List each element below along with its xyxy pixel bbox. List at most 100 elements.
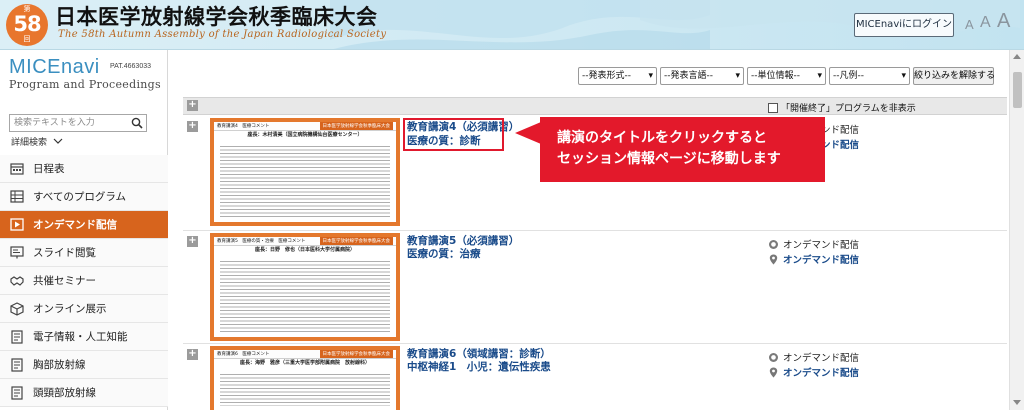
grid-icon	[10, 190, 24, 204]
thumbnail-header: 教育講演6 医療コメント 日本医学放射線学会秋季臨床大会	[214, 350, 396, 359]
lecture-thumbnail[interactable]: 教育講演4 医療コメント 日本医学放射線学会秋季臨床大会 座長：木村清美（国立病院…	[210, 118, 400, 226]
delivery-status-text: オンデマンド配信	[783, 353, 860, 364]
thumbnail-ribbon: 日本医学放射線学会秋季臨床大会	[319, 122, 393, 130]
conference-badge: 第 58 回	[6, 4, 48, 46]
sidebar-item-label: スライド閲覧	[33, 247, 96, 259]
legend-select-value: --凡例--	[833, 71, 864, 81]
thumbnail-tag: 教育講演4 医療コメント	[217, 124, 270, 129]
calendar-icon	[10, 162, 24, 176]
language-select-value: --発表言語--	[664, 71, 713, 81]
row-divider	[183, 230, 1007, 231]
delivery-status: ● オンデマンド配信	[769, 237, 859, 251]
hide-ended-checkbox[interactable]	[768, 102, 778, 113]
delivery-location-text: オンデマンド配信	[783, 368, 860, 379]
filter-bar: --発表形式-- ▾ --発表言語-- ▾ --単位情報-- ▾ --凡例-- ▾	[578, 67, 910, 85]
sidebar-item-all-programs[interactable]: すべてのプログラム	[0, 183, 168, 211]
sidebar-item-label: 日程表	[33, 163, 65, 175]
scroll-down-arrow-icon[interactable]	[1013, 400, 1021, 405]
sidebar-item-co-hosted-seminar[interactable]: 共催セミナー	[0, 267, 168, 295]
sidebar-item-schedule[interactable]: 日程表	[0, 155, 168, 183]
thumbnail-header: 教育講演5 医療の質・治療 医療コメント 日本医学放射線学会秋季臨床大会	[214, 237, 396, 246]
callout-line-2: セッション情報ページに移動します	[557, 151, 781, 167]
chevron-down-icon: ▾	[817, 71, 822, 81]
expand-all-icon[interactable]: +	[187, 100, 198, 111]
clock-icon: ●	[769, 239, 778, 249]
delivery-status: ● オンデマンド配信	[769, 350, 859, 364]
sidebar-item-slides[interactable]: スライド閲覧	[0, 239, 168, 267]
font-size-medium-button[interactable]: A	[980, 14, 991, 32]
highlight-box	[403, 118, 504, 151]
credit-select[interactable]: --単位情報-- ▾	[747, 67, 826, 85]
play-icon	[10, 218, 24, 232]
advanced-search-label: 詳細検索	[11, 138, 48, 148]
conference-title[interactable]: 日本医学放射線学会秋季臨床大会	[55, 4, 378, 30]
sidebar-item-chest[interactable]: 胸部放射線	[0, 351, 168, 379]
lecture-subtitle[interactable]: 中枢神経1 小児：遺伝性疾患	[407, 360, 551, 374]
sidebar-item-label: 頭頸部放射線	[33, 387, 96, 399]
thumbnail-tag: 教育講演5 医療の質・治療 医療コメント	[217, 239, 306, 244]
badge-bottom-text: 回	[23, 35, 31, 43]
callout-line-1: 講演のタイトルをクリックすると	[557, 130, 767, 146]
expand-row-icon[interactable]: +	[187, 349, 198, 360]
chevron-down-icon: ▾	[901, 71, 906, 81]
lecture-thumbnail[interactable]: 教育講演6 医療コメント 日本医学放射線学会秋季臨床大会 座長：海野 雅彦（三重大…	[210, 346, 400, 410]
scroll-up-arrow-icon[interactable]	[1013, 54, 1021, 59]
sidebar: MICEnavi PAT.4663033 Program and Proceed…	[0, 50, 168, 410]
thumbnail-tag: 教育講演6 医療コメント	[217, 352, 270, 357]
hide-ended-toggle[interactable]: 「開催終了」プログラムを非表示	[768, 101, 916, 114]
thumbnail-ribbon: 日本医学放射線学会秋季臨床大会	[319, 350, 393, 358]
expand-row-icon[interactable]: +	[187, 121, 198, 132]
font-size-large-button[interactable]: A	[997, 10, 1010, 33]
font-size-small-button[interactable]: A	[965, 17, 974, 32]
sidebar-item-head-neck[interactable]: 頭頸部放射線	[0, 379, 168, 407]
clear-filters-button[interactable]: 絞り込みを解除する	[913, 67, 995, 85]
thumbnail-title: 座長：日野 修也（日本医科大学付属病院）	[254, 247, 355, 253]
sidebar-item-on-demand[interactable]: オンデマンド配信	[0, 211, 168, 239]
format-select-value: --発表形式--	[582, 71, 631, 81]
thumbnail-slide: 教育講演4 医療コメント 日本医学放射線学会秋季臨床大会 座長：木村清美（国立病院…	[214, 122, 396, 222]
handshake-icon	[10, 274, 24, 288]
delivery-location-link[interactable]: オンデマンド配信	[769, 365, 859, 379]
sidebar-item-ai[interactable]: 電子情報・人工知能	[0, 323, 168, 351]
legend-select[interactable]: --凡例-- ▾	[829, 67, 910, 85]
scrollbar-thumb[interactable]	[1013, 72, 1022, 108]
chevron-down-icon: ▾	[648, 71, 653, 81]
sidebar-item-label: オンライン展示	[33, 303, 107, 315]
advanced-search-link[interactable]: 詳細検索	[11, 135, 63, 148]
header-wave-decoration-2	[640, 0, 1020, 37]
chevron-down-icon	[53, 138, 63, 144]
delivery-location-text: オンデマンド配信	[783, 255, 860, 266]
hide-ended-label: 「開催終了」プログラムを非表示	[781, 104, 916, 114]
sidebar-item-label: すべてのプログラム	[33, 191, 127, 203]
document-icon	[10, 329, 24, 344]
instruction-callout: 講演のタイトルをクリックすると セッション情報ページに移動します	[540, 117, 825, 182]
lecture-subtitle[interactable]: 医療の質：治療	[407, 247, 481, 261]
thumbnail-slide: 教育講演5 医療の質・治療 医療コメント 日本医学放射線学会秋季臨床大会 座長：日…	[214, 237, 396, 337]
thumbnail-text-lines	[220, 146, 390, 218]
location-pin-icon	[769, 367, 778, 378]
micenavi-logo[interactable]: MICEnavi	[9, 56, 100, 79]
sidebar-item-label: 共催セミナー	[33, 275, 96, 287]
logo-subtitle: Program and Proceedings	[9, 78, 161, 91]
thumbnail-slide: 教育講演6 医療コメント 日本医学放射線学会秋季臨床大会 座長：海野 雅彦（三重大…	[214, 350, 396, 410]
search-input[interactable]: 検索テキストを入力	[9, 114, 147, 132]
document-icon	[10, 385, 24, 400]
micenavi-login-button[interactable]: MICEnaviにログイン	[854, 13, 954, 37]
format-select[interactable]: --発表形式-- ▾	[578, 67, 657, 85]
delivery-location-link[interactable]: オンデマンド配信	[769, 252, 859, 266]
language-select[interactable]: --発表言語-- ▾	[660, 67, 744, 85]
row-divider	[183, 343, 1007, 344]
lecture-thumbnail[interactable]: 教育講演5 医療の質・治療 医療コメント 日本医学放射線学会秋季臨床大会 座長：日…	[210, 233, 400, 341]
expand-row-icon[interactable]: +	[187, 236, 198, 247]
lecture-title-link[interactable]: 教育講演5（必須講習）	[407, 234, 519, 248]
conference-subtitle: The 58th Autumn Assembly of the Japan Ra…	[58, 29, 387, 40]
site-header: 第 58 回 日本医学放射線学会秋季臨床大会 The 58th Autumn A…	[0, 0, 1024, 50]
thumbnail-text-lines	[220, 374, 390, 406]
page-scrollbar[interactable]	[1009, 50, 1024, 410]
lecture-title-link[interactable]: 教育講演6（領域講習：診断）	[407, 347, 551, 361]
cube-icon	[10, 301, 24, 316]
thumbnail-header: 教育講演4 医療コメント 日本医学放射線学会秋季臨床大会	[214, 122, 396, 131]
chevron-down-icon: ▾	[735, 71, 740, 81]
search-icon[interactable]	[128, 115, 146, 131]
sidebar-item-online-exhibit[interactable]: オンライン展示	[0, 295, 168, 323]
